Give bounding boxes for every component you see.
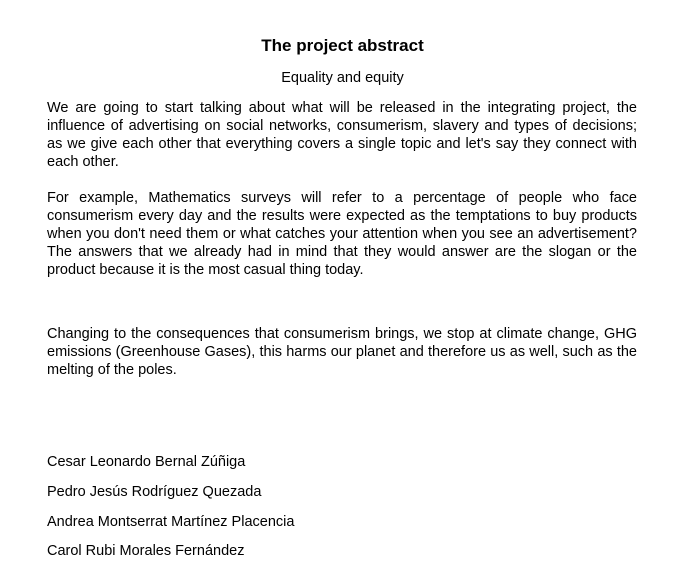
document-page: The project abstract Equality and equity… [0, 0, 677, 578]
document-subtitle: Equality and equity [281, 70, 404, 86]
author-name: Andrea Montserrat Martínez Placencia [47, 514, 295, 530]
author-name: Cesar Leonardo Bernal Zúñiga [47, 454, 246, 470]
document-title: The project abstract [261, 36, 424, 55]
author-name: Pedro Jesús Rodríguez Quezada [47, 484, 262, 500]
paragraph-intro: We are going to start talking about what… [47, 100, 637, 170]
paragraph-example: For example, Mathematics surveys will re… [47, 190, 637, 278]
paragraph-consequences: Changing to the consequences that consum… [47, 326, 637, 378]
author-name: Carol Rubi Morales Fernández [47, 543, 245, 559]
